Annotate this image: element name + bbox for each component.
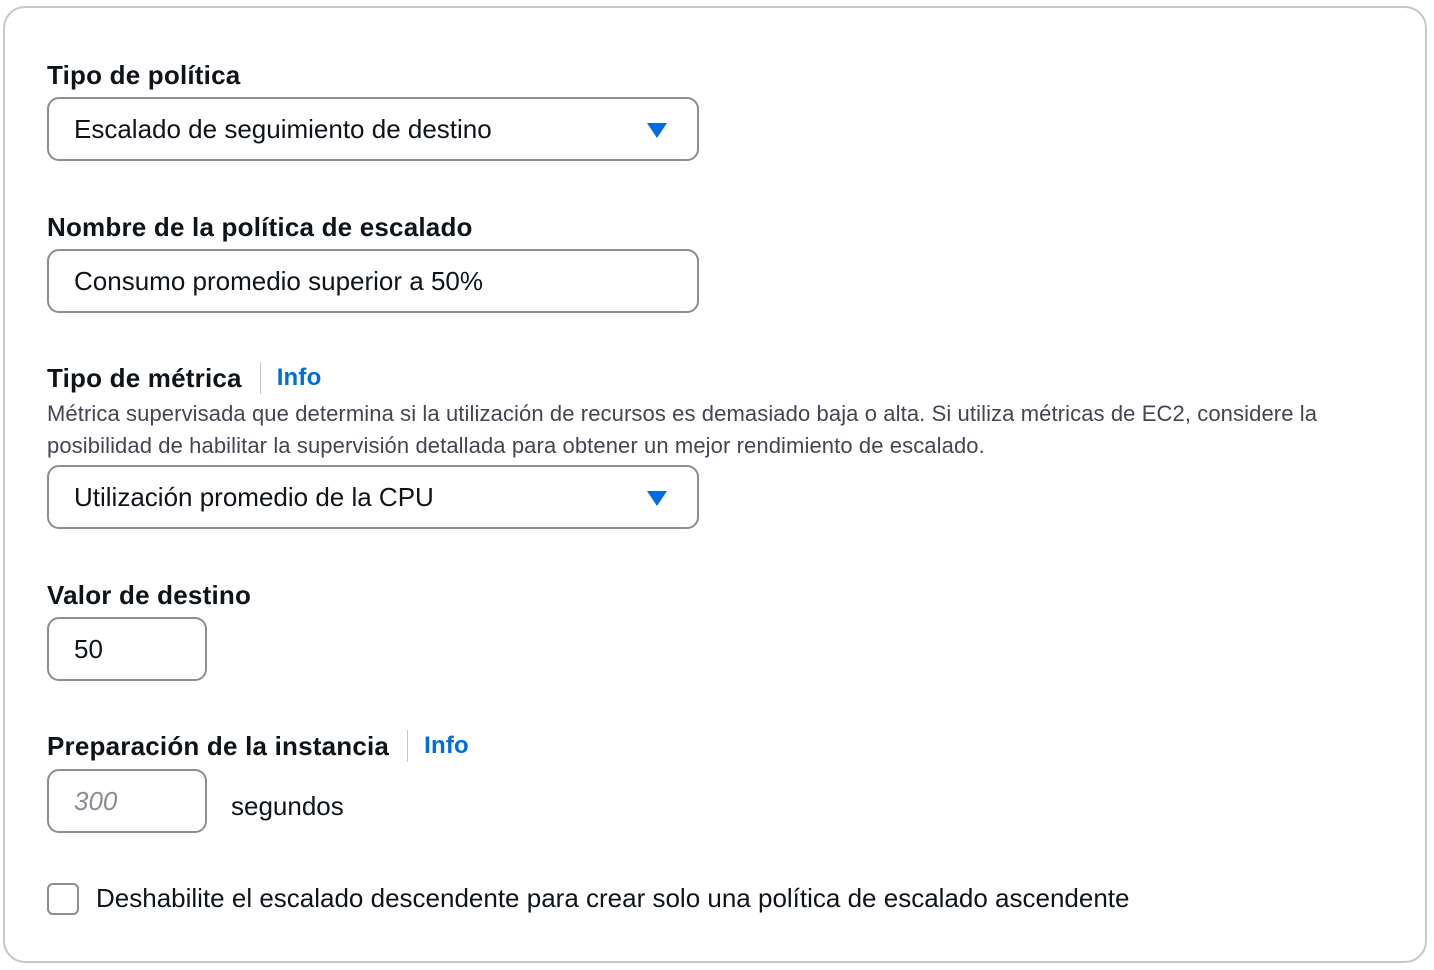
metric-type-label-text: Tipo de métrica bbox=[47, 362, 242, 393]
metric-type-select[interactable]: Utilización promedio de la CPU bbox=[47, 465, 699, 529]
policy-name-input[interactable]: Consumo promedio superior a 50% bbox=[47, 249, 699, 313]
scaling-policy-panel: Tipo de política Escalado de seguimiento… bbox=[3, 6, 1427, 963]
policy-type-select[interactable]: Escalado de seguimiento de destino bbox=[47, 97, 699, 161]
target-value-value: 50 bbox=[74, 633, 103, 664]
disable-scale-in-checkbox[interactable] bbox=[47, 883, 79, 915]
instance-warmup-unit: segundos bbox=[231, 791, 344, 821]
metric-type-label: Tipo de métrica Info bbox=[47, 362, 321, 394]
info-divider bbox=[407, 730, 409, 762]
policy-name-label-text: Nombre de la política de escalado bbox=[47, 212, 473, 242]
policy-name-label: Nombre de la política de escalado bbox=[47, 212, 473, 243]
metric-type-description: Métrica supervisada que determina si la … bbox=[47, 401, 1318, 458]
target-value-label-text: Valor de destino bbox=[47, 580, 252, 610]
caret-down-icon bbox=[647, 491, 667, 506]
metric-type-selected-value: Utilización promedio de la CPU bbox=[74, 481, 434, 512]
instance-warmup-label: Preparación de la instancia Info bbox=[47, 730, 469, 762]
policy-type-label: Tipo de política bbox=[47, 60, 240, 91]
disable-scale-in-label[interactable]: Deshabilite el escalado descendente para… bbox=[96, 883, 1129, 914]
target-value-label: Valor de destino bbox=[47, 580, 251, 611]
instance-warmup-input[interactable]: 300 bbox=[47, 769, 207, 833]
policy-type-selected-value: Escalado de seguimiento de destino bbox=[74, 113, 492, 144]
target-value-input[interactable]: 50 bbox=[47, 617, 207, 681]
caret-down-icon bbox=[647, 123, 667, 138]
instance-warmup-label-text: Preparación de la instancia bbox=[47, 730, 390, 761]
metric-type-info-link[interactable]: Info bbox=[277, 364, 322, 392]
info-divider bbox=[259, 362, 261, 394]
policy-type-label-text: Tipo de política bbox=[47, 60, 241, 90]
instance-warmup-info-link[interactable]: Info bbox=[424, 732, 469, 760]
instance-warmup-placeholder: 300 bbox=[74, 785, 118, 816]
policy-name-value: Consumo promedio superior a 50% bbox=[74, 265, 483, 296]
